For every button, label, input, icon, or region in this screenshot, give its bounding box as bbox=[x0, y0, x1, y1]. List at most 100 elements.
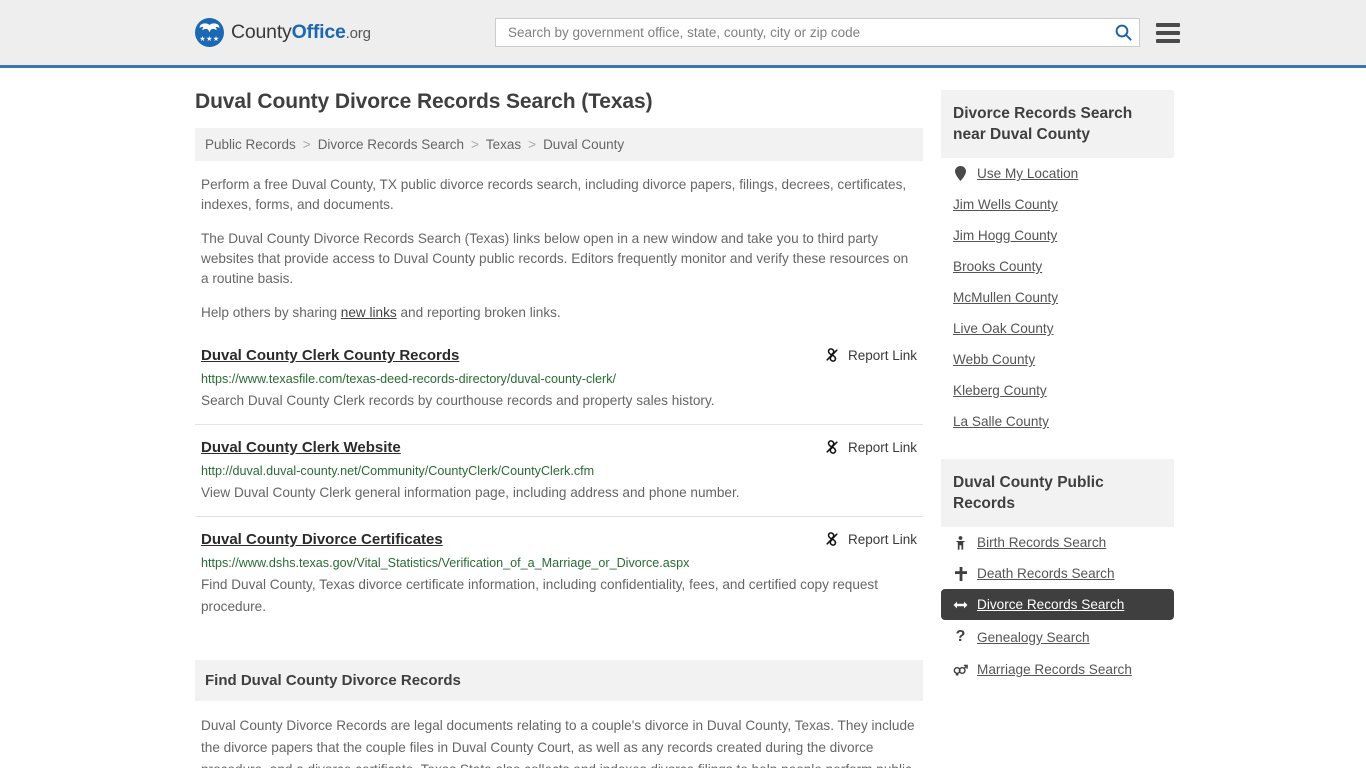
map-pin-icon bbox=[953, 166, 968, 181]
site-header: ★★★ CountyOffice.org bbox=[0, 0, 1366, 68]
sidebar-item-label: Birth Records Search bbox=[977, 535, 1107, 550]
header-search-area bbox=[495, 18, 1180, 47]
report-link-label: Report Link bbox=[847, 347, 917, 363]
result-description: Search Duval County Clerk records by cou… bbox=[201, 393, 715, 408]
intro-p3-after: and reporting broken links. bbox=[396, 305, 561, 320]
report-link-button[interactable]: Report Link bbox=[824, 439, 917, 455]
result-url: https://www.dshs.texas.gov/Vital_Statist… bbox=[201, 556, 690, 570]
sidebar-item-genealogy-search[interactable]: ? Genealogy Search bbox=[941, 620, 1174, 654]
result-title-link[interactable]: Duval County Clerk County Records bbox=[201, 345, 459, 367]
logo-text-county: County bbox=[231, 21, 292, 43]
result-item: Duval County Clerk County Records Report… bbox=[195, 345, 923, 425]
sidebar-item-label: Death Records Search bbox=[977, 566, 1115, 581]
find-records-heading: Find Duval County Divorce Records bbox=[195, 660, 923, 701]
search-box[interactable] bbox=[495, 18, 1140, 47]
result-header: Duval County Divorce Certificates Report… bbox=[201, 529, 917, 551]
sidebar-item-label: Divorce Records Search bbox=[977, 597, 1125, 612]
hamburger-menu-icon[interactable] bbox=[1156, 22, 1180, 43]
sidebar-item-label: Use My Location bbox=[977, 166, 1079, 181]
site-logo[interactable]: ★★★ CountyOffice.org bbox=[195, 18, 371, 47]
broken-link-icon bbox=[826, 348, 838, 362]
sidebar-item-label: Kleberg County bbox=[953, 383, 1047, 398]
sidebar-item-use-my-location[interactable]: Use My Location bbox=[941, 158, 1174, 189]
gender-icon bbox=[953, 663, 968, 676]
sidebar-public-records-list: Birth Records Search Death Records Searc… bbox=[941, 527, 1174, 685]
sidebar-item-kleberg-county[interactable]: Kleberg County bbox=[941, 375, 1174, 406]
result-title-link[interactable]: Duval County Clerk Website bbox=[201, 437, 401, 459]
result-header: Duval County Clerk Website Report Link bbox=[201, 437, 917, 459]
sidebar-item-label: Webb County bbox=[953, 352, 1036, 367]
sidebar-item-label: Jim Wells County bbox=[953, 197, 1058, 212]
eagle-icon bbox=[199, 23, 220, 33]
sidebar-item-la-salle-county[interactable]: La Salle County bbox=[941, 406, 1174, 437]
result-header: Duval County Clerk County Records Report… bbox=[201, 345, 917, 367]
broken-link-icon bbox=[826, 440, 838, 454]
result-item: Duval County Clerk Website Report Link h… bbox=[195, 437, 923, 517]
sidebar-item-label: Marriage Records Search bbox=[977, 662, 1132, 677]
sidebar-item-label: McMullen County bbox=[953, 290, 1059, 305]
search-input[interactable] bbox=[506, 24, 1113, 41]
report-link-button[interactable]: Report Link bbox=[824, 347, 917, 363]
sidebar: Divorce Records Search near Duval County… bbox=[941, 68, 1174, 685]
sidebar-item-jim-hogg-county[interactable]: Jim Hogg County bbox=[941, 220, 1174, 251]
result-url: https://www.texasfile.com/texas-deed-rec… bbox=[201, 372, 617, 386]
intro-paragraph-3: Help others by sharing new links and rep… bbox=[195, 303, 923, 323]
find-records-body: Duval County Divorce Records are legal d… bbox=[201, 718, 915, 768]
breadcrumb-item-texas[interactable]: Texas bbox=[486, 137, 521, 152]
sidebar-item-divorce-records-search[interactable]: Divorce Records Search bbox=[941, 589, 1174, 620]
intro-paragraph-2: The Duval County Divorce Records Search … bbox=[201, 231, 909, 286]
page-title: Duval County Divorce Records Search (Tex… bbox=[195, 90, 653, 113]
sidebar-nearby-list: Use My Location Jim Wells County Jim Hog… bbox=[941, 158, 1174, 437]
breadcrumb-item-public-records[interactable]: Public Records bbox=[205, 137, 296, 152]
sidebar-item-webb-county[interactable]: Webb County bbox=[941, 344, 1174, 375]
logo-wordmark: CountyOffice.org bbox=[231, 21, 371, 44]
result-item: Duval County Divorce Certificates Report… bbox=[195, 529, 923, 630]
breadcrumb: Public Records > Divorce Records Search … bbox=[195, 128, 923, 161]
sidebar-item-live-oak-county[interactable]: Live Oak County bbox=[941, 313, 1174, 344]
stars-glyph: ★★★ bbox=[199, 36, 220, 43]
logo-text-office: Office bbox=[291, 21, 346, 43]
sidebar-item-jim-wells-county[interactable]: Jim Wells County bbox=[941, 189, 1174, 220]
breadcrumb-separator: > bbox=[471, 137, 479, 152]
sidebar-public-records-heading: Duval County Public Records bbox=[941, 459, 1174, 527]
search-icon[interactable] bbox=[1113, 23, 1133, 43]
baby-icon bbox=[953, 535, 968, 550]
result-url: http://duval.duval-county.net/Community/… bbox=[201, 464, 595, 478]
report-link-label: Report Link bbox=[847, 439, 917, 455]
sidebar-nearby-heading: Divorce Records Search near Duval County bbox=[941, 90, 1174, 158]
result-description: View Duval County Clerk general informat… bbox=[201, 485, 740, 500]
countyoffice-logo-icon: ★★★ bbox=[195, 18, 224, 47]
page-container: Duval County Divorce Records Search (Tex… bbox=[0, 68, 1366, 768]
breadcrumb-item-divorce-records-search[interactable]: Divorce Records Search bbox=[318, 137, 464, 152]
sidebar-panel-nearby: Divorce Records Search near Duval County… bbox=[941, 90, 1174, 437]
sidebar-item-birth-records-search[interactable]: Birth Records Search bbox=[941, 527, 1174, 558]
main-content: Duval County Divorce Records Search (Tex… bbox=[195, 68, 923, 768]
intro-paragraph-1: Perform a free Duval County, TX public d… bbox=[201, 177, 907, 212]
broken-link-icon bbox=[826, 532, 838, 546]
intro-p3-before: Help others by sharing bbox=[201, 305, 341, 320]
find-records-block: Find Duval County Divorce Records Duval … bbox=[195, 660, 923, 768]
sidebar-item-mcmullen-county[interactable]: McMullen County bbox=[941, 282, 1174, 313]
result-title-link[interactable]: Duval County Divorce Certificates bbox=[201, 529, 443, 551]
sidebar-item-marriage-records-search[interactable]: Marriage Records Search bbox=[941, 654, 1174, 685]
breadcrumb-separator: > bbox=[528, 137, 537, 152]
cross-icon bbox=[953, 566, 968, 581]
sidebar-item-label: Live Oak County bbox=[953, 321, 1054, 336]
sidebar-item-label: Brooks County bbox=[953, 259, 1043, 274]
double-arrow-icon bbox=[953, 600, 968, 610]
sidebar-panel-public-records: Duval County Public Records Birth Record… bbox=[941, 459, 1174, 685]
report-link-label: Report Link bbox=[847, 531, 917, 547]
breadcrumb-separator: > bbox=[302, 137, 311, 152]
sidebar-item-label: Genealogy Search bbox=[977, 629, 1090, 645]
result-description: Find Duval County, Texas divorce certifi… bbox=[201, 577, 879, 614]
report-link-button[interactable]: Report Link bbox=[824, 531, 917, 547]
logo-text-org: .org bbox=[345, 25, 371, 42]
results-list: Duval County Clerk County Records Report… bbox=[195, 345, 923, 630]
new-links-link[interactable]: new links bbox=[341, 305, 397, 320]
sidebar-item-label: La Salle County bbox=[953, 414, 1049, 429]
sidebar-item-death-records-search[interactable]: Death Records Search bbox=[941, 558, 1174, 589]
breadcrumb-item-duval-county[interactable]: Duval County bbox=[543, 137, 624, 152]
question-icon: ? bbox=[955, 628, 966, 645]
sidebar-item-brooks-county[interactable]: Brooks County bbox=[941, 251, 1174, 282]
sidebar-item-label: Jim Hogg County bbox=[953, 228, 1058, 243]
